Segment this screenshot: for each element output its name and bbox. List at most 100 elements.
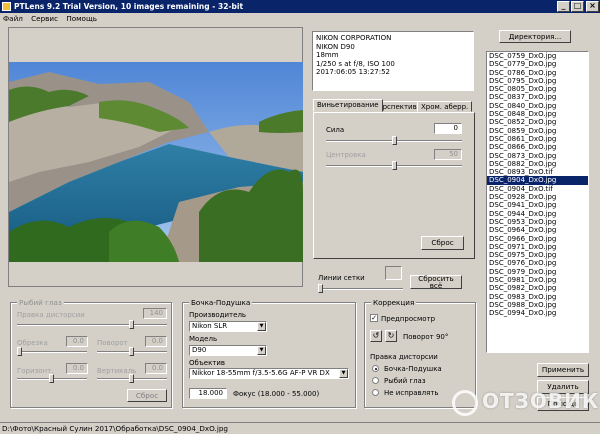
status-path: D:\Фото\Красный Сулин 2017\Обработка\DSC… [2,424,228,433]
reset-all-button[interactable]: Сбросить всё [410,275,462,289]
file-list-item[interactable]: DSC_0966_DxO.jpg [487,235,588,243]
fisheye-vertical-thumb[interactable] [129,374,134,383]
file-list-item[interactable]: DSC_0982_DxO.jpg [487,284,588,292]
close-button[interactable]: × [586,1,599,12]
maker-label: Производитель [189,311,247,319]
file-list-item[interactable]: DSC_0941_DxO.jpg [487,201,588,209]
fisheye-vertical-input[interactable]: 0.0 [145,363,167,374]
model-select-value: D90 [192,346,207,354]
focal-input[interactable]: 18.000 [189,388,227,399]
menu-help[interactable]: Помощь [63,13,100,24]
file-list-item[interactable]: DSC_0983_DxO.jpg [487,293,588,301]
preview-label: Предпросмотр [381,315,436,323]
minimize-button[interactable]: _ [557,1,570,12]
chevron-down-icon[interactable]: ▼ [257,322,266,331]
file-list-item[interactable]: DSC_0866_DxO.jpg [487,143,588,151]
maker-select[interactable]: Nikon SLR ▼ [189,321,267,332]
file-list: DSC_0759_DxO.jpg DSC_0779_DxO.jpg DSC_0786… [486,51,589,353]
fisheye-horizontal-thumb[interactable] [49,374,54,383]
file-list-item[interactable]: DSC_0928_DxO.jpg [487,193,588,201]
radio-barrel[interactable] [372,365,379,372]
menu-file[interactable]: Файл [0,13,26,24]
preview-checkbox[interactable]: ✓ [370,314,378,322]
vignette-reset-button[interactable]: Сброс [421,236,464,250]
chevron-down-icon[interactable]: ▼ [339,369,348,378]
radio-fisheye[interactable] [372,377,379,384]
model-select[interactable]: D90 ▼ [189,345,267,356]
radio-barrel-label: Бочка-Подушка [384,365,442,373]
file-list-item[interactable]: DSC_0795_DxO.jpg [487,77,588,85]
fisheye-crop-thumb[interactable] [17,347,22,356]
file-list-item[interactable]: DSC_0975_DxO.jpg [487,251,588,259]
file-list-item[interactable]: DSC_0861_DxO.jpg [487,135,588,143]
file-list-item[interactable]: DSC_0904_DxO.tif [487,185,588,193]
watermark-logo-icon [452,390,478,416]
chevron-down-icon[interactable]: ▼ [257,346,266,355]
fisheye-horizontal-input[interactable]: 0.0 [66,363,88,374]
strength-slider-thumb[interactable] [392,136,397,145]
file-list-item[interactable]: DSC_0805_DxO.jpg [487,85,588,93]
file-list-item[interactable]: DSC_0837_DxO.jpg [487,93,588,101]
apply-button[interactable]: Применить [537,363,589,377]
exif-focal: 18mm [316,51,339,59]
tab-content-vignetting: Сила 0 Центровка 50 Сброс [313,112,475,259]
file-list-item[interactable]: DSC_0994_DxO.jpg [487,309,588,317]
file-list-item[interactable]: DSC_0971_DxO.jpg [487,243,588,251]
tab-vignetting[interactable]: Виньетирование [313,99,383,112]
rotate-left-icon[interactable]: ↺ [370,330,382,342]
lens-select[interactable]: Nikkor 18-55mm f/3.5-5.6G AF-P VR DX ▼ [189,368,349,379]
center-slider-thumb[interactable] [392,161,397,170]
fisheye-distortion-input[interactable]: 140 [143,308,167,319]
barrel-group: Бочка-Подушка Производитель Nikon SLR ▼ … [182,298,356,408]
fisheye-distortion-label: Правка дисторсии [17,311,85,319]
maker-select-value: Nikon SLR [192,322,228,330]
fisheye-group: Рыбий глаз Правка дисторсии 140 Обрезка … [10,298,172,408]
grid-slider-thumb[interactable] [318,284,323,293]
file-list-item[interactable]: DSC_0859_DxO.jpg [487,127,588,135]
file-list-item[interactable]: DSC_0786_DxO.jpg [487,69,588,77]
radio-none[interactable] [372,389,379,396]
radio-fisheye-label: Рыбий глаз [384,377,426,385]
fisheye-reset-button[interactable]: Сброс [127,389,167,402]
rotate-right-icon[interactable]: ↻ [385,330,397,342]
file-list-item[interactable]: DSC_0873_DxO.jpg [487,152,588,160]
file-list-item[interactable]: DSC_0852_DxO.jpg [487,118,588,126]
fisheye-horizontal-label: Горизонт. [17,367,54,375]
file-list-item[interactable]: DSC_0979_DxO.jpg [487,268,588,276]
file-list-item[interactable]: DSC_0759_DxO.jpg [487,52,588,60]
maximize-button[interactable]: □ [571,1,584,12]
directory-button[interactable]: Директория... [499,30,571,43]
distortion-correction-label: Правка дисторсии [370,353,438,361]
strength-input[interactable]: 0 [434,123,462,134]
fisheye-distortion-track [17,324,167,326]
fisheye-crop-input[interactable]: 0.0 [66,336,88,347]
fisheye-rotate-input[interactable]: 0.0 [145,336,167,347]
photo-preview[interactable] [9,62,303,262]
file-list-item[interactable]: DSC_0840_DxO.jpg [487,102,588,110]
model-label: Модель [189,335,218,343]
file-list-item[interactable]: DSC_0944_DxO.jpg [487,210,588,218]
file-list-item[interactable]: DSC_0981_DxO.jpg [487,276,588,284]
file-list-item[interactable]: DSC_0988_DxO.jpg [487,301,588,309]
title-bar: PTLens 9.2 Trial Version, 10 images rema… [0,0,600,13]
file-list-item[interactable]: DSC_0848_DxO.jpg [487,110,588,118]
file-list-item[interactable]: DSC_0964_DxO.jpg [487,226,588,234]
strength-label: Сила [326,126,345,134]
fisheye-distortion-thumb[interactable] [129,320,134,329]
grid-lines-box[interactable] [385,266,402,280]
tab-chromatic[interactable]: Хром. аберр. [417,101,473,112]
grid-slider-track [318,288,403,290]
correction-title: Коррекция [371,298,417,307]
file-list-item[interactable]: DSC_0976_DxO.jpg [487,259,588,267]
file-list-item[interactable]: DSC_0953_DxO.jpg [487,218,588,226]
fisheye-rotate-thumb[interactable] [129,347,134,356]
exif-make: NIKON CORPORATION [316,34,392,42]
file-list-item[interactable]: DSC_0893_DxO.tif [487,168,588,176]
center-input[interactable]: 50 [434,149,462,160]
file-list-item[interactable]: DSC_0904_DxO.jpg [487,176,588,185]
menu-service[interactable]: Сервис [28,13,61,24]
file-list-item[interactable]: DSC_0779_DxO.jpg [487,60,588,68]
focal-label: Фокус (18.000 - 55.000) [233,390,320,398]
file-list-item[interactable]: DSC_0882_DxO.jpg [487,160,588,168]
grid-lines-label: Линии сетки [318,274,365,282]
